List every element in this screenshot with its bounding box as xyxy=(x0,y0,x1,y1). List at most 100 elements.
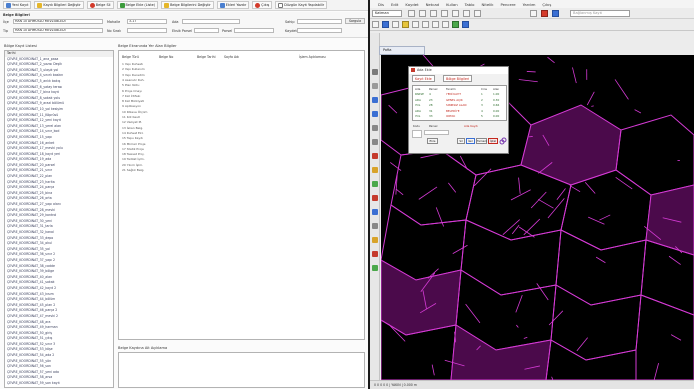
save-field[interactable] xyxy=(297,28,342,33)
neighborhood-field[interactable]: 3-17 xyxy=(127,19,167,24)
parcel-polygon[interactable] xyxy=(635,294,694,380)
line-width-icon[interactable] xyxy=(452,10,459,17)
erase-icon[interactable] xyxy=(372,195,378,201)
parcel-polygon[interactable] xyxy=(460,219,562,296)
color-icon[interactable] xyxy=(441,10,448,17)
parcel-line xyxy=(459,155,468,170)
parcel-polygon[interactable] xyxy=(615,114,694,196)
style-combo[interactable]: Bağlanmış Kayıt xyxy=(570,10,630,17)
menu-attribute[interactable]: Nitelik xyxy=(481,2,493,7)
parcel-polygon[interactable] xyxy=(555,229,647,306)
delete-document-button[interactable]: Belge Sil xyxy=(86,1,114,9)
menu-netcad[interactable]: Netcad xyxy=(426,2,440,7)
new-icon[interactable] xyxy=(408,10,415,17)
tab-region-info[interactable]: Bölge Bilgileri xyxy=(443,75,473,82)
text-icon[interactable] xyxy=(372,167,378,173)
dialog-delete-button[interactable]: Sil xyxy=(457,138,465,144)
menu-save[interactable]: Kaydet xyxy=(405,2,418,7)
layer-combo[interactable]: Katman xyxy=(372,10,402,17)
add-document-list-button[interactable]: Belge Ekle (Liste) xyxy=(116,1,159,9)
type-field[interactable]: HAN 10 AHMUSLU MEVZUBLEDI xyxy=(13,28,103,33)
move-icon[interactable] xyxy=(372,209,378,215)
info-icon[interactable] xyxy=(552,10,559,17)
missing-parcel-field[interactable] xyxy=(194,28,219,33)
stop-icon[interactable] xyxy=(541,10,548,17)
copy-icon[interactable] xyxy=(412,21,419,28)
open-file-icon[interactable] xyxy=(372,21,379,28)
sequence-field[interactable] xyxy=(127,28,167,33)
district-field[interactable]: HAN 10 AHMUSLU MEVZUBLEDI xyxy=(13,19,103,24)
document-grid[interactable]: Belge Türü Belge No Belge Tarihi Sayfa A… xyxy=(118,50,365,340)
menu-edit[interactable]: Edit xyxy=(391,2,398,7)
parcel-polygon[interactable] xyxy=(545,339,637,380)
polyline-icon[interactable] xyxy=(372,139,378,145)
note-textarea[interactable] xyxy=(118,352,365,388)
parcel-polygon[interactable] xyxy=(450,324,552,380)
menu-table[interactable]: Tablo xyxy=(465,2,475,7)
parcel-polygon[interactable] xyxy=(645,184,694,256)
print-icon[interactable] xyxy=(392,21,399,28)
copy-object-icon[interactable] xyxy=(372,223,378,229)
grid-icon[interactable] xyxy=(463,10,470,17)
line-style-icon[interactable] xyxy=(430,10,437,17)
save-icon[interactable] xyxy=(382,21,389,28)
dialog-ok-button[interactable]: Tamam xyxy=(476,138,487,144)
print-attachments-button[interactable]: Ekleri Yazdır xyxy=(216,1,250,9)
point-icon[interactable] xyxy=(372,181,378,187)
dialog-title-bar: Ada Ekle xyxy=(409,67,508,74)
dialog-cell-cins: 5 xyxy=(481,114,483,119)
parcel-polygon[interactable] xyxy=(381,259,462,336)
dialog-cancel-button[interactable]: İptal xyxy=(488,138,498,144)
pan-icon[interactable] xyxy=(372,83,378,89)
tab-add-record[interactable]: Kayıt Ekle xyxy=(412,75,435,82)
menu-exit[interactable]: Çıkış xyxy=(542,2,551,7)
measure-tool-icon[interactable] xyxy=(372,237,378,243)
parcel-field[interactable] xyxy=(234,28,274,33)
snap-icon[interactable] xyxy=(474,10,481,17)
new-record-button[interactable]: Yeni Kayıt xyxy=(3,1,32,9)
dialog-cell-tanim: SINIRSIZ ALAN xyxy=(446,103,467,108)
help-icon[interactable] xyxy=(462,21,469,28)
dialog-grid[interactable]: Ada Parsel Tanımlı Cins Alan PARSE 4 YENİ … xyxy=(412,85,507,121)
redo-icon[interactable] xyxy=(442,21,449,28)
valid-record-checkbox[interactable]: Düzgün Kayıt Yapılabilir xyxy=(275,1,328,9)
menu-use[interactable]: Kullan xyxy=(446,2,458,7)
measure-icon[interactable] xyxy=(530,10,537,17)
paste-icon[interactable] xyxy=(422,21,429,28)
menu-file[interactable]: Dis xyxy=(378,2,384,7)
dialog-link-icon[interactable] xyxy=(499,137,507,145)
edit-record-button[interactable]: Kaydı Bilgileri Değiştir xyxy=(34,1,84,9)
area-icon[interactable] xyxy=(372,265,378,271)
menu-help[interactable]: Yardım xyxy=(523,2,536,7)
dialog-add-button[interactable]: Ekle xyxy=(427,138,438,144)
edit-document-button[interactable]: Belge Bilgilerini Değiştir xyxy=(161,1,214,9)
zoom-in-icon[interactable] xyxy=(372,97,378,103)
dialog-parcel-field[interactable] xyxy=(424,130,449,135)
drawing-document-tab[interactable]: Pafta xyxy=(379,46,425,55)
parcel-line xyxy=(599,214,611,221)
block-field[interactable] xyxy=(182,19,240,24)
grid-row[interactable]: 21 Sağlık Belg. xyxy=(122,168,144,173)
arc-icon[interactable] xyxy=(372,153,378,159)
menu-window[interactable]: Pencere xyxy=(500,2,515,7)
dialog-code-field[interactable] xyxy=(412,130,422,138)
cut-icon[interactable] xyxy=(402,21,409,28)
parcel-polygon[interactable] xyxy=(550,284,642,361)
undo-icon[interactable] xyxy=(432,21,439,28)
owner-field[interactable] xyxy=(297,19,342,24)
layer-icon[interactable] xyxy=(419,10,426,17)
grid-header-type: Belge Türü xyxy=(122,55,139,59)
query-button[interactable]: Sorgula xyxy=(345,18,365,24)
exit-button[interactable]: Çıkış xyxy=(252,1,273,9)
line-icon[interactable] xyxy=(372,125,378,131)
select-icon[interactable] xyxy=(372,69,378,75)
parcel-line xyxy=(388,104,398,114)
add-icon xyxy=(119,2,125,8)
delete-object-icon[interactable] xyxy=(372,251,378,257)
list-item[interactable]: ÇEVRE_KOORDİNAT_59_son kayıt xyxy=(5,381,113,387)
zoom-out-icon[interactable] xyxy=(372,111,378,117)
delete-icon xyxy=(89,2,95,8)
zoom-icon[interactable] xyxy=(452,21,459,28)
dialog-next-button[interactable]: İleri xyxy=(466,138,475,144)
record-list[interactable]: Tarihi ÇEVRE_KOORDİNAT_1_ana_pasa ÇEVRE_K… xyxy=(4,50,114,388)
